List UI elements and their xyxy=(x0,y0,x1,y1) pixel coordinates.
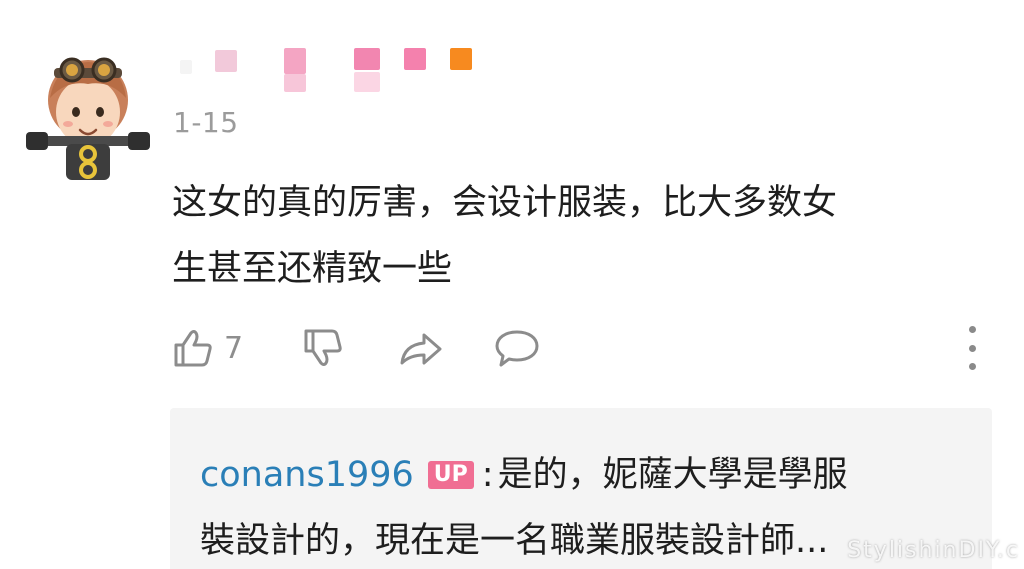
thumbs-down-icon xyxy=(304,329,342,366)
avatar-cartoon-icon xyxy=(26,57,150,180)
reply-text-part-2: 裝設計的，現在是一名職業服裝設計師... xyxy=(200,521,829,561)
dislike-button[interactable] xyxy=(302,320,344,376)
comment-action-bar: 7 xyxy=(172,320,982,376)
like-count: 7 xyxy=(224,330,244,366)
more-options-button[interactable] xyxy=(962,326,982,370)
reply-username-link[interactable]: conans1996 xyxy=(200,450,414,500)
comment-text-line-1: 这女的真的厉害，会设计服装，比大多数女 xyxy=(172,183,838,223)
comment-text: 这女的真的厉害，会设计服装，比大多数女 生甚至还精致一些 xyxy=(172,170,992,302)
thumbs-up-icon xyxy=(174,330,212,367)
more-vertical-icon-dot xyxy=(968,344,976,352)
like-button[interactable]: 7 xyxy=(172,320,243,376)
up-badge: UP xyxy=(427,461,474,489)
reply-separator: : xyxy=(481,455,494,495)
comment-text-line-2: 生甚至还精致一些 xyxy=(172,249,453,289)
more-vertical-icon-dot xyxy=(968,363,976,370)
more-vertical-icon-dot xyxy=(968,326,976,333)
comment-username-obscured[interactable] xyxy=(170,40,490,100)
comment-page: 1-15 这女的真的厉害，会设计服装，比大多数女 生甚至还精致一些 7 cona… xyxy=(0,0,1024,569)
watermark: StylishinDIY.c xyxy=(847,538,1020,563)
reply-button[interactable] xyxy=(494,320,540,376)
comment-bubble-icon xyxy=(495,330,539,367)
comment-date: 1-15 xyxy=(173,106,239,139)
reply-line-1: conans1996 UP : 是的，妮薩大學是學服 xyxy=(200,450,848,500)
share-button[interactable] xyxy=(398,320,444,376)
user-avatar[interactable] xyxy=(26,50,150,182)
share-icon xyxy=(400,333,442,365)
reply-text-part-1: 是的，妮薩大學是學服 xyxy=(497,455,848,495)
